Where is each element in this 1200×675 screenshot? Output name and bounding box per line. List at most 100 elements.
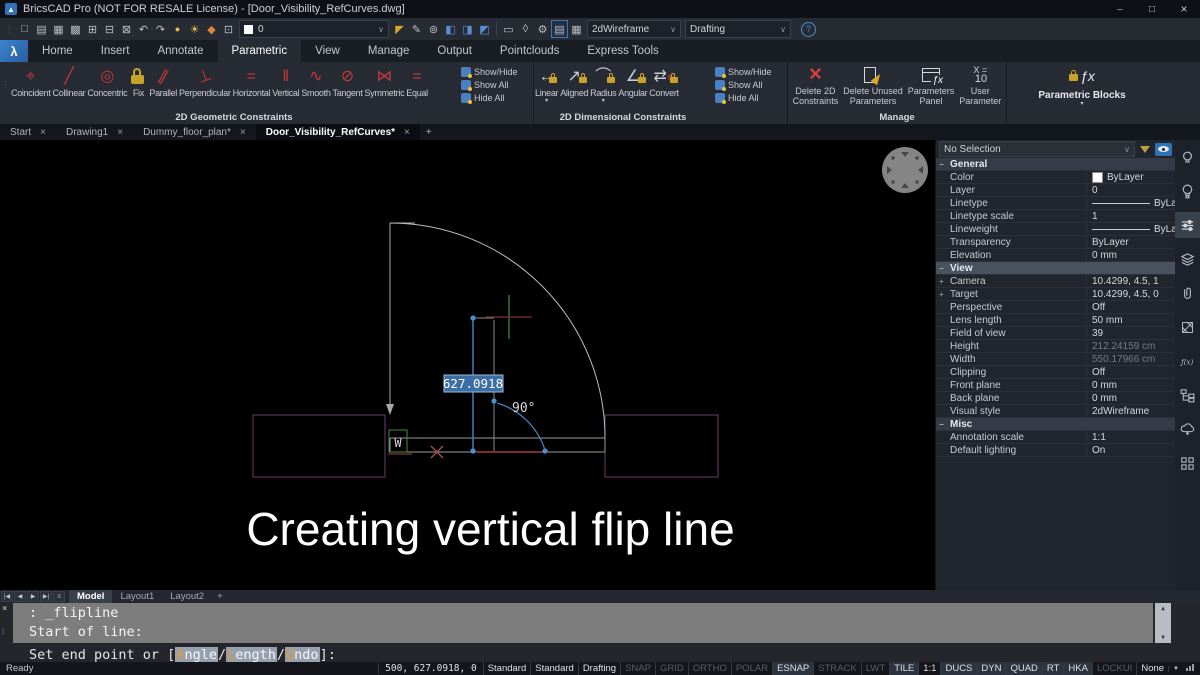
toolbar-icon[interactable] bbox=[84, 20, 101, 38]
status-toggle[interactable]: POLAR bbox=[731, 662, 772, 675]
property-value[interactable]: Off bbox=[1092, 302, 1105, 313]
status-toggle[interactable]: STRACK bbox=[813, 662, 861, 675]
property-row[interactable]: Visual style 2dWireframe bbox=[936, 405, 1175, 418]
toolbar-icon[interactable] bbox=[101, 20, 118, 38]
toolbar-icon[interactable] bbox=[391, 20, 408, 38]
property-value[interactable]: 212.24159 cm bbox=[1092, 341, 1155, 352]
ribbon-tab[interactable]: Home bbox=[28, 40, 87, 62]
layout-tab[interactable]: Layout1 bbox=[112, 590, 162, 603]
new-tab-button[interactable]: + bbox=[420, 127, 438, 138]
close-tab-icon[interactable] bbox=[404, 127, 410, 138]
property-row[interactable]: + Camera 10.4299, 4.5, 1 bbox=[936, 275, 1175, 288]
toolbar-icon[interactable] bbox=[33, 20, 50, 38]
property-row[interactable]: Elevation 0 mm bbox=[936, 249, 1175, 262]
toolbar-icon[interactable] bbox=[67, 20, 84, 38]
status-toggle[interactable]: 1:1 bbox=[918, 662, 940, 675]
status-toggle[interactable]: GRID bbox=[655, 662, 688, 675]
constraint-button[interactable]: Smooth bbox=[300, 64, 331, 98]
command-keyword[interactable]: Length bbox=[226, 647, 277, 663]
constraint-button[interactable]: Collinear bbox=[52, 64, 87, 98]
toolbar-icon[interactable] bbox=[568, 20, 585, 38]
add-layout-button[interactable]: + bbox=[212, 591, 228, 602]
property-value[interactable]: ByLayer bbox=[1092, 237, 1129, 248]
drawing-viewport[interactable]: W 90° 627.0918 bbox=[0, 140, 935, 590]
ribbon-tab[interactable]: View bbox=[301, 40, 354, 62]
quick-properties-eye-icon[interactable] bbox=[1155, 143, 1172, 156]
property-value[interactable]: 0 mm bbox=[1092, 393, 1117, 404]
document-tab[interactable]: Dummy_floor_plan* bbox=[133, 124, 256, 140]
expand-toggle-icon[interactable]: − bbox=[936, 160, 947, 169]
property-value[interactable]: On bbox=[1092, 445, 1105, 456]
command-line-panel[interactable]: × ⁞ : _flipline Start of line: ▲ ▼ Set e… bbox=[0, 603, 1200, 662]
property-row[interactable]: Lens length 50 mm bbox=[936, 314, 1175, 327]
toolbar-icon[interactable] bbox=[459, 20, 476, 38]
ribbon-tab[interactable]: Parametric bbox=[218, 40, 302, 62]
structure-tree-icon[interactable] bbox=[1175, 382, 1200, 408]
navigation-wheel[interactable] bbox=[882, 147, 928, 193]
toolbar-icon[interactable] bbox=[186, 20, 203, 38]
toolbar-icon[interactable] bbox=[16, 20, 33, 38]
property-row[interactable]: Clipping Off bbox=[936, 366, 1175, 379]
visual-style-dropdown[interactable]: 2dWireframe bbox=[587, 20, 681, 38]
light-bulb-icon[interactable] bbox=[1175, 144, 1200, 170]
visibility-button[interactable]: Show All bbox=[715, 80, 787, 90]
layer-dropdown[interactable]: 0 bbox=[239, 20, 389, 38]
manage-button[interactable]: User Parameter bbox=[959, 64, 1001, 106]
property-row[interactable]: Default lighting On bbox=[936, 444, 1175, 457]
status-toggle[interactable]: ORTHO bbox=[688, 662, 731, 675]
close-tab-icon[interactable] bbox=[240, 127, 246, 138]
manage-button[interactable]: Delete Unused Parameters bbox=[843, 64, 903, 106]
tab-list-icon[interactable]: ≡ bbox=[53, 591, 65, 602]
property-value[interactable]: ByLayer bbox=[1107, 172, 1144, 183]
cloud-upload-icon[interactable] bbox=[1175, 416, 1200, 442]
property-row[interactable]: − General bbox=[936, 158, 1175, 171]
property-row[interactable]: Transparency ByLayer bbox=[936, 236, 1175, 249]
property-value[interactable]: 50 mm bbox=[1092, 315, 1123, 326]
status-toggle[interactable]: Standard bbox=[483, 662, 531, 675]
ribbon-tab[interactable]: Annotate bbox=[143, 40, 217, 62]
property-row[interactable]: Front plane 0 mm bbox=[936, 379, 1175, 392]
expand-toggle-icon[interactable]: − bbox=[936, 264, 947, 273]
command-keyword[interactable]: Undo bbox=[285, 647, 320, 663]
close-icon[interactable]: × bbox=[2, 604, 7, 614]
panel-grip[interactable]: ⁞ bbox=[2, 627, 4, 636]
constraint-button[interactable]: Concentric bbox=[86, 64, 128, 98]
workspace-dropdown[interactable]: Drafting bbox=[685, 20, 791, 38]
property-value[interactable]: 0 mm bbox=[1092, 380, 1117, 391]
toolbar-icon[interactable] bbox=[203, 20, 220, 38]
render-hatch-icon[interactable] bbox=[1175, 314, 1200, 340]
property-row[interactable]: Field of view 39 bbox=[936, 327, 1175, 340]
command-scrollbar[interactable]: ▲ ▼ bbox=[1155, 603, 1171, 643]
ribbon-tab[interactable]: Output bbox=[423, 40, 486, 62]
close-tab-icon[interactable] bbox=[40, 127, 46, 138]
selection-dropdown[interactable]: No Selection bbox=[939, 141, 1135, 157]
ribbon-tab[interactable]: Manage bbox=[354, 40, 424, 62]
assistant-balloon-icon[interactable] bbox=[1175, 178, 1200, 204]
constraint-button[interactable]: Parallel bbox=[148, 64, 178, 98]
visibility-button[interactable]: Hide All bbox=[715, 93, 787, 103]
status-toggle[interactable]: LOCKUI bbox=[1092, 662, 1136, 675]
maximize-icon[interactable] bbox=[1136, 0, 1168, 18]
property-row[interactable]: Layer 0 bbox=[936, 184, 1175, 197]
command-prompt[interactable]: Set end point or [Angle/Length/Undo]: bbox=[29, 647, 336, 663]
status-toggle[interactable]: ESNAP bbox=[772, 662, 813, 675]
visibility-button[interactable]: Show/Hide bbox=[715, 67, 787, 77]
property-row[interactable]: Back plane 0 mm bbox=[936, 392, 1175, 405]
ribbon-tab[interactable]: Pointclouds bbox=[486, 40, 573, 62]
toolbar-icon[interactable] bbox=[476, 20, 493, 38]
expand-toggle-icon[interactable]: + bbox=[936, 277, 947, 286]
toolbar-icon[interactable] bbox=[118, 20, 135, 38]
property-row[interactable]: Color ByLayer bbox=[936, 171, 1175, 184]
filter-icon[interactable] bbox=[1140, 146, 1150, 153]
ribbon-tab[interactable]: Insert bbox=[87, 40, 144, 62]
toolbar-icon[interactable] bbox=[220, 20, 237, 38]
property-row[interactable]: Height 212.24159 cm bbox=[936, 340, 1175, 353]
visibility-button[interactable]: Show All bbox=[461, 80, 533, 90]
status-toggle[interactable]: TILE bbox=[889, 662, 918, 675]
parametric-blocks-button[interactable]: Parametric Blocks ▾ bbox=[1038, 66, 1125, 108]
visibility-button[interactable]: Show/Hide bbox=[461, 67, 533, 77]
status-toggle[interactable]: DUCS bbox=[940, 662, 976, 675]
layers-icon[interactable] bbox=[1175, 246, 1200, 272]
close-tab-icon[interactable] bbox=[117, 127, 123, 138]
constraint-button[interactable]: Angular bbox=[617, 64, 648, 105]
